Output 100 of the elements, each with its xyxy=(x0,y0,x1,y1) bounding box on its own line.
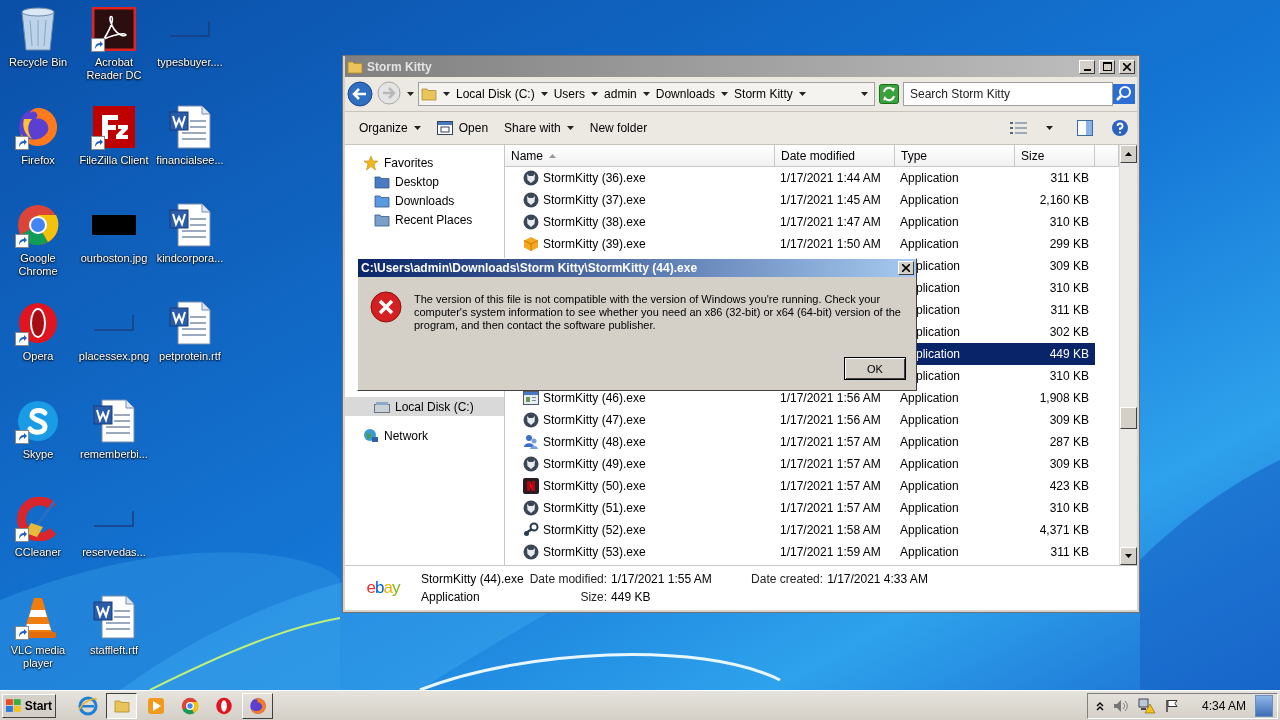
search-icon[interactable] xyxy=(1113,84,1135,104)
close-button[interactable] xyxy=(898,261,914,275)
desktop-icon-label[interactable]: rememberbi... xyxy=(80,448,148,461)
maximize-button[interactable] xyxy=(1099,59,1115,74)
network-warning-icon[interactable] xyxy=(1137,697,1156,714)
file-name: StormKitty (46).exe xyxy=(543,391,646,405)
file-row[interactable]: StormKitty (48).exe 1/17/2021 1:57 AM Application 287 KB xyxy=(505,431,1095,453)
desktop-icon-label[interactable]: typesbuyer.... xyxy=(157,56,223,69)
column-header[interactable]: Name xyxy=(505,145,775,167)
breadcrumb-item[interactable]: Storm Kitty xyxy=(734,87,793,101)
file-date: 1/17/2021 1:57 AM xyxy=(780,501,882,515)
toolbar-button[interactable]: Share with xyxy=(498,116,580,140)
flag-icon[interactable] xyxy=(1164,698,1179,713)
breadcrumb-caret-icon xyxy=(721,92,729,96)
nav-item[interactable]: Downloads xyxy=(345,191,504,210)
toolbar-button[interactable]: Organize xyxy=(353,116,427,140)
file-row[interactable]: StormKitty (50).exe 1/17/2021 1:57 AM Application 423 KB xyxy=(505,475,1095,497)
nav-item[interactable]: Network xyxy=(345,426,504,445)
desktop-icon-label[interactable]: petprotein.rtf xyxy=(159,350,221,363)
desktop-icon-label[interactable]: Acrobat Reader DC xyxy=(77,56,151,82)
file-type: plication xyxy=(916,325,962,339)
breadcrumb-item[interactable]: Downloads xyxy=(655,87,716,101)
desktop-icon-label[interactable]: placessex.png xyxy=(78,350,150,363)
file-size: 309 KB xyxy=(1048,413,1090,427)
desktop-icon-label[interactable]: Google Chrome xyxy=(1,252,75,278)
folder-icon xyxy=(421,87,437,101)
nav-item[interactable]: Desktop xyxy=(345,172,504,191)
nav-item[interactable]: Recent Places xyxy=(345,210,504,229)
file-size: 311 KB xyxy=(1049,303,1090,317)
view-options-icon[interactable] xyxy=(1010,121,1028,135)
blank-thumbnail-icon xyxy=(170,21,210,37)
column-header[interactable]: Size xyxy=(1015,145,1095,167)
round-app-icon xyxy=(523,170,539,186)
breadcrumb-item[interactable]: admin xyxy=(604,87,637,101)
file-size: 310 KB xyxy=(1048,501,1090,515)
desktop-icon-label[interactable]: Recycle Bin xyxy=(8,56,68,69)
volume-icon[interactable] xyxy=(1112,698,1129,713)
file-row[interactable]: StormKitty (38).exe 1/17/2021 1:47 AM Application 310 KB xyxy=(505,211,1095,233)
breadcrumb-caret-icon xyxy=(591,92,599,96)
error-message: The version of this file is not compatible with the version of Windows you're running. Check your computer's system information to see whether you need an x86 (32-bit) or x64 (64-bit) version of the program, and then contact the software publisher. xyxy=(414,293,902,333)
file-date: 1/17/2021 1:44 AM xyxy=(780,171,882,185)
browser-icon xyxy=(16,105,60,149)
desktop-icon-label[interactable]: staffleft.rtf xyxy=(89,644,139,657)
scroll-up-button[interactable] xyxy=(1120,145,1137,163)
desktop-icon-label[interactable]: Skype xyxy=(22,448,54,461)
file-size: 311 KB xyxy=(1049,171,1090,185)
file-row[interactable]: StormKitty (53).exe 1/17/2021 1:59 AM Application 311 KB xyxy=(505,541,1095,563)
scroll-thumb[interactable] xyxy=(1120,407,1137,429)
column-header[interactable]: Date modified xyxy=(775,145,895,167)
help-icon[interactable] xyxy=(1111,119,1129,137)
breadcrumb-item[interactable]: Users xyxy=(553,87,586,101)
refresh-icon[interactable] xyxy=(879,84,899,104)
round-app-icon xyxy=(523,500,539,516)
drive-icon xyxy=(374,400,390,413)
file-row[interactable]: StormKitty (52).exe 1/17/2021 1:58 AM Application 4,371 KB xyxy=(505,519,1095,541)
search-field[interactable]: Search Storm Kitty xyxy=(903,82,1113,106)
preview-pane-icon[interactable] xyxy=(1077,120,1093,136)
breadcrumb-item[interactable]: Local Disk (C:) xyxy=(456,87,535,101)
close-button[interactable] xyxy=(1119,59,1135,74)
file-date: 1/17/2021 1:56 AM xyxy=(780,391,882,405)
file-row[interactable]: StormKitty (46).exe 1/17/2021 1:56 AM Application 1,908 KB xyxy=(505,387,1095,409)
file-row[interactable]: StormKitty (47).exe 1/17/2021 1:56 AM Application 309 KB xyxy=(505,409,1095,431)
desktop-icon-label[interactable]: CCleaner xyxy=(14,546,62,559)
file-name: StormKitty (50).exe xyxy=(543,479,646,493)
address-bar[interactable]: Local Disk (C:) Users admin Downloads Storm Kitty xyxy=(418,82,875,106)
chevron-up-icon[interactable] xyxy=(1095,700,1104,711)
open-window-icon xyxy=(436,120,453,136)
file-row[interactable]: StormKitty (51).exe 1/17/2021 1:57 AM Application 310 KB xyxy=(505,497,1095,519)
file-type: Application xyxy=(900,457,960,471)
network-globe-icon xyxy=(363,427,379,444)
desktop-icon-label[interactable]: kindcorpora... xyxy=(156,252,224,265)
column-header[interactable]: Type xyxy=(895,145,1015,167)
minimize-button[interactable] xyxy=(1079,59,1095,74)
desktop-icon-label[interactable]: FileZilla Client xyxy=(79,154,149,167)
toolbar-button[interactable]: New folder xyxy=(583,116,654,140)
desktop-icon-label[interactable]: reservedas... xyxy=(82,546,146,559)
desktop-icon-label[interactable]: VLC media player xyxy=(1,644,75,670)
desktop-icon-label[interactable]: Opera xyxy=(22,350,54,363)
view-caret-icon xyxy=(1046,126,1053,130)
close-icon xyxy=(1123,62,1131,71)
show-desktop-button[interactable] xyxy=(1255,694,1273,717)
file-size: 309 KB xyxy=(1048,259,1090,273)
file-size: 423 KB xyxy=(1048,479,1090,493)
file-row[interactable]: StormKitty (36).exe 1/17/2021 1:44 AM Application 311 KB xyxy=(505,167,1095,189)
desktop-icon-label[interactable]: financialsee... xyxy=(156,154,224,167)
file-row[interactable]: StormKitty (37).exe 1/17/2021 1:45 AM Application 2,160 KB xyxy=(505,189,1095,211)
taskbar-button[interactable] xyxy=(106,692,137,719)
file-row[interactable]: StormKitty (49).exe 1/17/2021 1:57 AM Application 309 KB xyxy=(505,453,1095,475)
desktop-icon-label[interactable]: Firefox xyxy=(21,154,55,167)
scroll-down-button[interactable] xyxy=(1120,547,1137,565)
back-button[interactable] xyxy=(347,81,373,107)
toolbar-button[interactable]: Open xyxy=(430,116,495,140)
desktop-icon-label[interactable]: ourboston.jpg xyxy=(80,252,148,265)
file-row[interactable]: StormKitty (39).exe 1/17/2021 1:50 AM Application 299 KB xyxy=(505,233,1095,255)
pdf-reader-icon xyxy=(92,7,136,51)
ok-button[interactable]: OK xyxy=(844,357,906,380)
nav-item[interactable]: Local Disk (C:) xyxy=(345,397,504,416)
round-app-icon xyxy=(523,456,539,472)
start-button[interactable]: Start xyxy=(2,693,56,718)
nav-item[interactable]: Favorites xyxy=(384,155,434,170)
